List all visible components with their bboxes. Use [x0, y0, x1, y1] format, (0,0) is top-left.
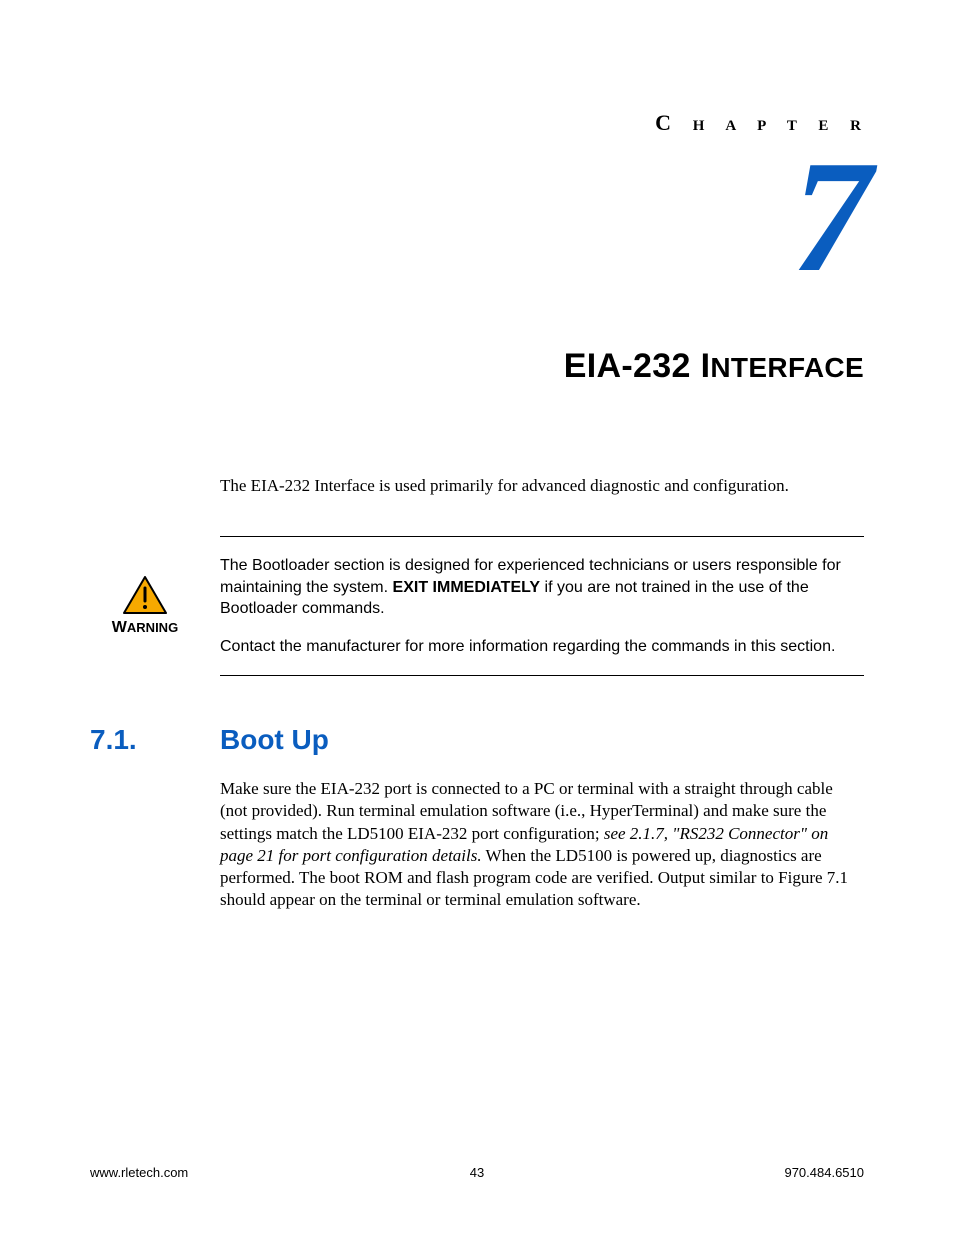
section-body: Make sure the EIA-232 port is connected … [220, 778, 864, 911]
warning-label-first: W [112, 619, 127, 636]
chapter-title-suffix: NTERFACE [710, 352, 864, 383]
chapter-label-first: C [655, 110, 680, 135]
content-column: The EIA-232 Interface is used primarily … [220, 476, 864, 911]
page: C H A P T E R 7 EIA-232 INTERFACE The EI… [0, 0, 954, 1235]
warning-label-rest: ARNING [127, 620, 178, 635]
warning-callout: WARNING The Bootloader section is design… [220, 536, 864, 676]
intro-paragraph: The EIA-232 Interface is used primarily … [220, 476, 864, 496]
warning-side: WARNING [90, 575, 200, 639]
warning-label: WARNING [90, 617, 200, 639]
section-title: Boot Up [220, 724, 864, 756]
chapter-number: 7 [90, 140, 872, 292]
footer-center: 43 [90, 1165, 864, 1180]
warning-icon [122, 575, 168, 615]
section-7-1: 7.1. Boot Up Make sure the EIA-232 port … [220, 724, 864, 911]
chapter-label: C H A P T E R [90, 110, 870, 136]
section-number: 7.1. [90, 724, 137, 756]
chapter-title-prefix: EIA-232 I [564, 347, 711, 385]
warning-paragraph-1: The Bootloader section is designed for e… [220, 555, 864, 620]
warning-paragraph-2: Contact the manufacturer for more inform… [220, 636, 864, 658]
warning-p1-b: EXIT IMMEDIATELY [393, 579, 541, 596]
page-footer: www.rletech.com 43 970.484.6510 [90, 1165, 864, 1180]
chapter-title: EIA-232 INTERFACE [90, 347, 864, 386]
